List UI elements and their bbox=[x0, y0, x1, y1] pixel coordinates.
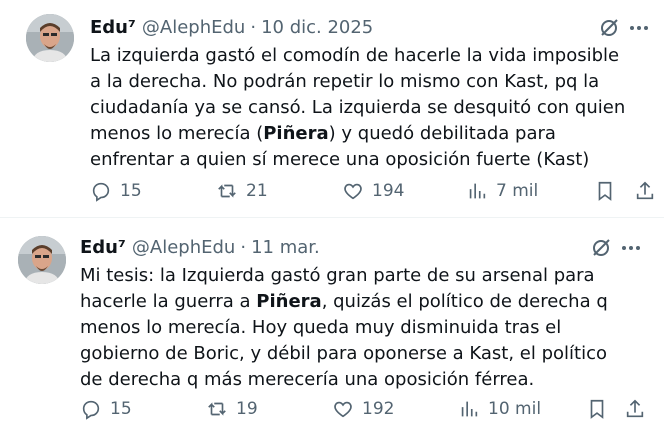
tweet-line: menos lo merecía (Piñera) y quedó debili… bbox=[90, 121, 625, 147]
action-bar: 15 21 194 7 mil bbox=[0, 180, 664, 204]
tweet-line: La izquierda gastó el comodín de hacerle… bbox=[90, 45, 620, 66]
bookmark-button[interactable] bbox=[594, 180, 616, 202]
bold-text: Piñera bbox=[263, 123, 329, 144]
reply-icon bbox=[80, 398, 102, 420]
reply-button[interactable]: 15 bbox=[90, 180, 142, 202]
reply-button[interactable]: 15 bbox=[80, 398, 132, 420]
share-icon bbox=[624, 398, 646, 420]
reply-icon bbox=[90, 180, 112, 202]
avatar[interactable] bbox=[26, 14, 74, 62]
like-icon bbox=[332, 398, 354, 420]
like-button[interactable]: 194 bbox=[342, 180, 404, 202]
views-count: 7 mil bbox=[496, 181, 539, 201]
like-count: 194 bbox=[372, 181, 405, 201]
tweet-text: La izquierda gastó el comodín de hacerle… bbox=[90, 43, 625, 173]
bold-text: Piñera bbox=[256, 291, 322, 312]
more-icon[interactable] bbox=[630, 17, 648, 39]
text-segment: hacerle la guerra a bbox=[80, 291, 257, 312]
tweet-text: Mi tesis: la Izquierda gastó gran parte … bbox=[80, 263, 608, 393]
reply-count: 15 bbox=[120, 181, 142, 201]
views-icon bbox=[466, 180, 488, 202]
more-icon[interactable] bbox=[622, 237, 640, 259]
retweet-button[interactable]: 21 bbox=[216, 180, 268, 202]
author-handle[interactable]: @AlephEdu bbox=[132, 237, 235, 258]
retweet-count: 19 bbox=[236, 399, 258, 419]
tweet-line: menos lo merecía. Hoy queda muy disminui… bbox=[80, 317, 562, 338]
share-icon bbox=[634, 180, 656, 202]
bookmark-icon bbox=[594, 180, 616, 202]
views-button[interactable]: 10 mil bbox=[458, 398, 541, 420]
author-name[interactable]: Edu⁷ bbox=[90, 17, 136, 38]
views-button[interactable]: 7 mil bbox=[466, 180, 538, 202]
tweet-line: gobierno de Boric, y débil para oponerse… bbox=[80, 343, 607, 364]
tweet[interactable]: Edu⁷ @AlephEdu · 10 dic. 2025 La izquier… bbox=[0, 0, 664, 216]
retweet-icon bbox=[206, 398, 228, 420]
share-button[interactable] bbox=[624, 398, 646, 420]
tweet-line: a la derecha. No podrán repetir lo mismo… bbox=[90, 71, 600, 92]
tweet-line: hacerle la guerra a Piñera, quizás el po… bbox=[80, 289, 608, 315]
tweet-divider bbox=[0, 217, 664, 218]
tweet-line: Mi tesis: la Izquierda gastó gran parte … bbox=[80, 265, 595, 286]
retweet-count: 21 bbox=[246, 181, 268, 201]
like-button[interactable]: 192 bbox=[332, 398, 394, 420]
text-segment: menos lo merecía ( bbox=[90, 123, 264, 144]
grok-icon[interactable] bbox=[590, 237, 612, 259]
text-segment: , quizás el político de derecha q bbox=[321, 291, 608, 312]
like-count: 192 bbox=[362, 399, 395, 419]
share-button[interactable] bbox=[634, 180, 656, 202]
tweet-date[interactable]: 10 dic. 2025 bbox=[261, 17, 373, 38]
tweet-line: de derecha q más merecería una oposición… bbox=[80, 369, 535, 390]
tweet[interactable]: Edu⁷ @AlephEdu · 11 mar. Mi tesis: la Iz… bbox=[0, 220, 664, 432]
grok-icon[interactable] bbox=[598, 17, 620, 39]
bookmark-icon bbox=[586, 398, 608, 420]
like-icon bbox=[342, 180, 364, 202]
views-count: 10 mil bbox=[488, 399, 542, 419]
separator: · bbox=[240, 236, 247, 258]
retweet-icon bbox=[216, 180, 238, 202]
bookmark-button[interactable] bbox=[586, 398, 608, 420]
author-name[interactable]: Edu⁷ bbox=[80, 237, 126, 258]
tweet-date[interactable]: 11 mar. bbox=[251, 237, 320, 258]
tweet-line: enfrentar a quien sí merece una oposició… bbox=[90, 149, 590, 170]
avatar[interactable] bbox=[18, 236, 66, 284]
tweet-line: ciudadanía ya se cansó. La izquierda se … bbox=[90, 97, 626, 118]
views-icon bbox=[458, 398, 480, 420]
action-bar: 15 19 192 10 mil bbox=[0, 398, 664, 422]
text-segment: ) y quedó debilitada para bbox=[328, 123, 556, 144]
separator: · bbox=[250, 16, 257, 38]
author-handle[interactable]: @AlephEdu bbox=[142, 17, 245, 38]
retweet-button[interactable]: 19 bbox=[206, 398, 258, 420]
reply-count: 15 bbox=[110, 399, 132, 419]
